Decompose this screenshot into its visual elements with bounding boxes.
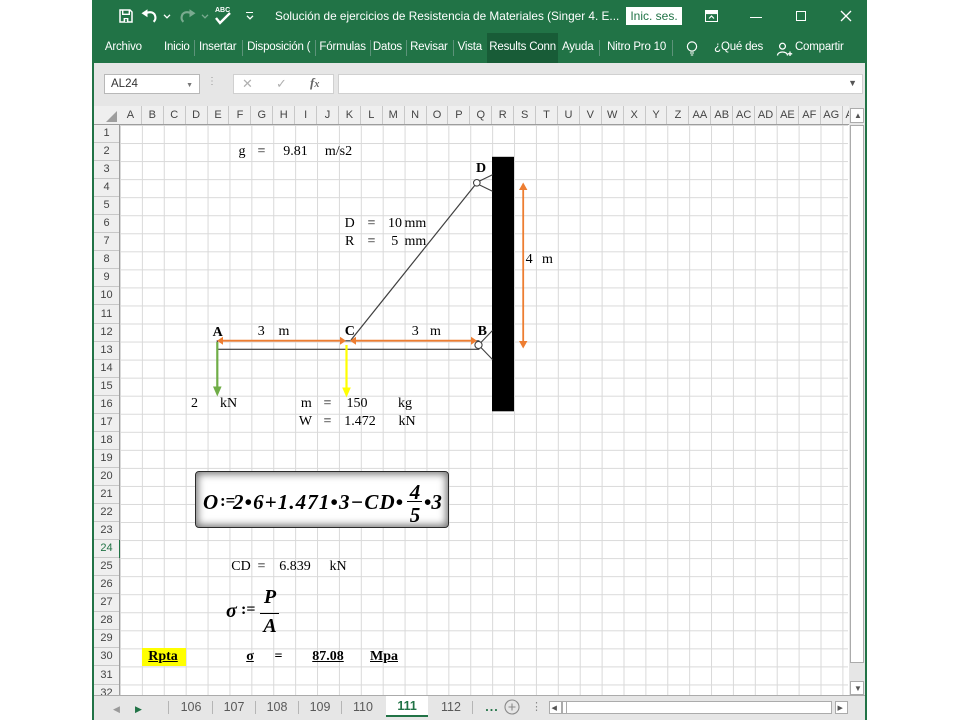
svg-text:ABC: ABC: [215, 7, 230, 14]
